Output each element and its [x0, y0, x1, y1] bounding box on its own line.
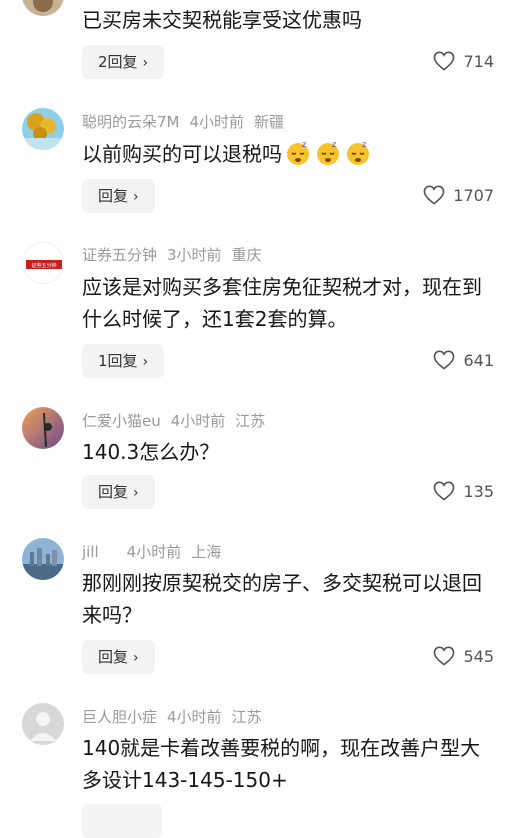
like-count: 545: [463, 647, 494, 666]
comment-text: 140就是卡着改善要税的啊，现在改善户型大多设计143-145-150+: [82, 736, 481, 792]
timestamp: 4小时前: [167, 708, 222, 726]
reply-button-partial[interactable]: [82, 804, 162, 838]
reply-button[interactable]: 回复 ›: [82, 179, 155, 213]
username[interactable]: jill: [82, 543, 99, 561]
comment-meta: 聪明的云朵7M 4小时前 新疆: [82, 111, 294, 132]
svg-text:z: z: [332, 140, 336, 149]
heart-outline-icon: [434, 350, 455, 370]
username[interactable]: 证券五分钟: [82, 246, 157, 264]
location: 新疆: [254, 113, 285, 131]
chevron-right-icon: ›: [142, 354, 149, 370]
reply-label: 回复: [98, 187, 129, 205]
avatar[interactable]: [22, 407, 64, 449]
like-count: 641: [463, 351, 494, 370]
location: 上海: [191, 543, 222, 561]
chevron-right-icon: ›: [133, 485, 139, 501]
like-button[interactable]: 641: [433, 344, 494, 378]
heart-outline-icon: [434, 51, 455, 71]
heart-outline-icon: [434, 481, 455, 501]
comment-text: 以前购买的可以退税吗 z z z: [82, 138, 482, 170]
chevron-right-icon: ›: [133, 189, 139, 205]
location: 江苏: [235, 412, 266, 430]
comment-text-content: 以前购买的可以退税吗: [82, 142, 282, 166]
reply-label: 回复: [98, 483, 129, 501]
like-button[interactable]: 545: [433, 640, 494, 674]
chevron-right-icon: ›: [133, 650, 139, 666]
svg-text:z: z: [362, 140, 366, 149]
timestamp: 3小时前: [167, 246, 222, 264]
comment-text: 那刚刚按原契税交的房子、多交契税可以退回来吗？: [82, 571, 482, 627]
username[interactable]: 聪明的云朵7M: [82, 113, 180, 131]
like-button[interactable]: 135: [433, 475, 494, 509]
like-count: 135: [463, 482, 494, 501]
timestamp: 4小时前: [170, 412, 226, 430]
comment-text: 应该是对购买多套住房免征契税才对，现在到什么时候了，还1套2套的算。: [82, 275, 482, 331]
reply-button[interactable]: 1回复 ›: [82, 344, 165, 378]
sleeping-face-emoji: z: [287, 140, 309, 165]
avatar-logo-text: 证券五分钟: [31, 262, 56, 269]
username[interactable]: 仁爱小猫eu: [82, 412, 161, 430]
comment-meta: 仁爱小猫eu 4小时前 江苏: [82, 410, 275, 431]
like-count: 714: [463, 52, 494, 71]
svg-text:z: z: [302, 140, 306, 149]
chevron-right-icon: ›: [142, 55, 149, 71]
comment-meta: jill 4小时前 上海: [82, 541, 231, 562]
username[interactable]: 巨人胆小症: [82, 708, 157, 726]
avatar[interactable]: 证券五分钟: [22, 242, 64, 284]
timestamp: 4小时前: [189, 113, 245, 131]
reply-label: 2回复: [98, 53, 138, 71]
sleeping-face-emoji: z: [347, 140, 369, 165]
reply-label: 1回复: [98, 352, 138, 370]
heart-outline-icon: [434, 646, 455, 666]
sleeping-face-emoji: z: [317, 140, 339, 165]
like-button[interactable]: 714: [433, 45, 494, 79]
like-count: 1707: [453, 186, 494, 205]
reply-button[interactable]: 回复 ›: [82, 640, 155, 674]
comment-text: 已买房未交契税能享受这优惠吗: [82, 8, 362, 32]
heart-outline-icon: [423, 185, 445, 205]
avatar[interactable]: [22, 538, 64, 580]
avatar[interactable]: [22, 108, 64, 150]
reply-button[interactable]: 回复 ›: [82, 475, 155, 509]
location: 重庆: [231, 246, 262, 264]
avatar[interactable]: [22, 0, 64, 16]
like-button[interactable]: 1707: [423, 179, 494, 213]
reply-button[interactable]: 2回复 ›: [82, 45, 165, 79]
reply-label: 回复: [98, 648, 129, 666]
timestamp: 4小时前: [126, 543, 182, 561]
comment-meta: 证券五分钟 3小时前 重庆: [82, 244, 272, 265]
location: 江苏: [231, 708, 262, 726]
comment-text: 140.3怎么办？: [82, 440, 220, 464]
avatar[interactable]: [22, 703, 64, 745]
comment-meta: 巨人胆小症 4小时前 江苏: [82, 706, 272, 727]
